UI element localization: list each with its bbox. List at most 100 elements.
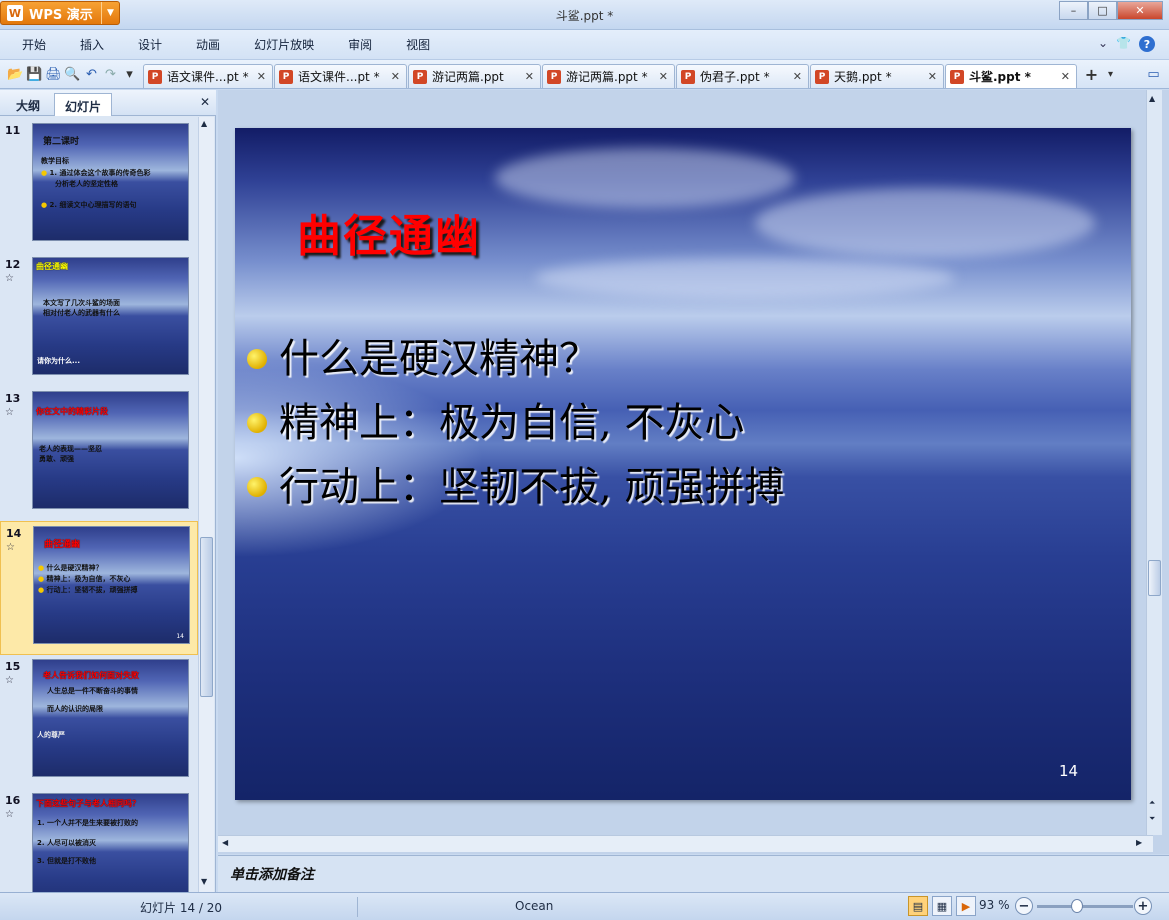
slide-thumbnail[interactable]: 13 ☆ 你在文中的精彩片段 老人的表现——坚忍 勇敢、顽强 — [0, 387, 198, 521]
slide-canvas[interactable]: 曲径通幽 什么是硬汉精神？ 精神上：极为自信, 不灰心 行动上：坚韧不拔, 顽强… — [235, 128, 1131, 800]
open-icon[interactable]: 📂 — [6, 64, 25, 84]
scroll-right-icon[interactable]: ▶ — [1136, 838, 1142, 847]
scrollbar-thumb[interactable] — [1148, 560, 1161, 596]
slide-thumbnail[interactable]: 16 ☆ 下面这些句子与老人相同吗？ 1. 一个人并不是生来要被打败的 2. 人… — [0, 789, 198, 892]
thumbnail-page-number: 14 — [176, 633, 184, 640]
tab-close-icon[interactable]: ✕ — [517, 70, 534, 83]
slide-sorter-icon[interactable]: ▦ — [932, 896, 952, 916]
thumbnail-line: 3. 但就是打不败他 — [37, 857, 96, 865]
zoom-slider[interactable] — [1037, 905, 1133, 908]
animation-star-icon: ☆ — [5, 407, 14, 418]
zoom-level[interactable]: 93 % — [979, 898, 1010, 912]
doc-tab[interactable]: P 游记两篇.ppt ✕ — [408, 64, 541, 88]
editor-horizontal-scrollbar[interactable]: ◀ ▶ — [218, 835, 1153, 852]
close-button[interactable]: ✕ — [1117, 1, 1163, 20]
maximize-button[interactable]: □ — [1088, 1, 1117, 20]
menu-design[interactable]: 设计 — [126, 36, 184, 53]
panel-close-icon[interactable]: ✕ — [200, 95, 210, 109]
bullet-dot-icon — [247, 477, 267, 497]
print-preview-icon[interactable]: 🔍 — [63, 64, 82, 84]
theme-name: Ocean — [515, 899, 554, 913]
normal-view-icon[interactable]: ▤ — [908, 896, 928, 916]
thumbnail-image: 曲径通幽 什么是硬汉精神？ 精神上：极为自信，不灰心 行动上：坚韧不拔，顽强拼搏… — [33, 526, 190, 644]
menu-home[interactable]: 开始 — [10, 36, 68, 53]
tab-list-chevron-icon[interactable]: ▾ — [1101, 64, 1120, 84]
view-buttons: ▤ ▦ ▶ — [908, 896, 976, 916]
next-slide-icon[interactable]: ⏷ — [1149, 814, 1155, 824]
zoom-in-button[interactable]: + — [1134, 897, 1152, 915]
menu-insert[interactable]: 插入 — [68, 36, 126, 53]
tab-close-icon[interactable]: ✕ — [1053, 70, 1070, 83]
slide-thumbnail[interactable]: 12 ☆ 曲径通幽 本文写了几次斗鲨的场面 相对付老人的武器有什么 请你为什么.… — [0, 253, 198, 387]
slide-thumbnail[interactable]: 15 ☆ 老人告诉我们如何面对失败 人生总是一件不断奋斗的事情 而人的认识的局限… — [0, 655, 198, 789]
doc-tab[interactable]: P 语文课件...pt * ✕ — [274, 64, 407, 88]
ppt-file-icon: P — [547, 69, 561, 84]
scroll-left-icon[interactable]: ◀ — [222, 838, 228, 847]
slide-thumbnail[interactable]: 11 第二课时 教学目标 1. 通过体会这个故事的传奇色彩 分析老人的坚定性格 … — [0, 119, 198, 253]
thumbnail-line: 分析老人的坚定性格 — [55, 180, 118, 188]
doc-tab-label: 天鹅.ppt * — [834, 70, 892, 84]
slide-title[interactable]: 曲径通幽 — [297, 200, 481, 264]
thumbnail-scrollbar[interactable]: ▲ ▼ — [198, 117, 214, 892]
previous-slide-icon[interactable]: ⏶ — [1149, 798, 1155, 808]
minimize-button[interactable]: – — [1059, 1, 1088, 20]
scroll-down-icon[interactable]: ▼ — [201, 877, 207, 886]
slide-bullet[interactable]: 行动上：坚韧不拔, 顽强拼搏 — [247, 454, 784, 512]
scroll-up-icon[interactable]: ▲ — [1149, 94, 1155, 103]
thumbnail-title: 你在文中的精彩片段 — [36, 407, 108, 416]
window-title: 斗鲨.ppt * — [555, 9, 614, 23]
notes-placeholder: 单击添加备注 — [230, 867, 314, 883]
help-icon[interactable]: ? — [1139, 36, 1155, 52]
thumbnail-image: 老人告诉我们如何面对失败 人生总是一件不断奋斗的事情 而人的认识的局限 人的尊严 — [32, 659, 189, 777]
menu-slideshow[interactable]: 幻灯片放映 — [242, 36, 336, 53]
tab-close-icon[interactable]: ✕ — [920, 70, 937, 83]
animation-star-icon: ☆ — [5, 809, 14, 820]
menu-review[interactable]: 审阅 — [336, 36, 394, 53]
slide-bullet[interactable]: 精神上：极为自信, 不灰心 — [247, 390, 744, 448]
window-layout-icon[interactable]: ▭ — [1144, 64, 1163, 84]
tab-close-icon[interactable]: ✕ — [249, 70, 266, 83]
undo-icon[interactable]: ↶ — [82, 64, 101, 84]
tab-slides[interactable]: 幻灯片 — [54, 93, 113, 116]
tab-outline[interactable]: 大纲 — [6, 93, 50, 116]
doc-tab-label: 语文课件...pt * — [298, 70, 380, 84]
ppt-file-icon: P — [681, 69, 695, 84]
zoom-slider-thumb[interactable] — [1071, 899, 1083, 913]
save-icon[interactable]: 💾 — [25, 64, 44, 84]
editor-vertical-scrollbar[interactable]: ▲ ⏶ ⏷ — [1146, 90, 1162, 835]
thumbnail-line: 人生总是一件不断奋斗的事情 — [47, 687, 138, 695]
doc-tab[interactable]: P 语文课件...pt * ✕ — [143, 64, 273, 88]
tab-close-icon[interactable]: ✕ — [785, 70, 802, 83]
skin-icon[interactable]: 👕 — [1116, 36, 1131, 52]
slide-number: 11 — [5, 124, 21, 137]
tab-close-icon[interactable]: ✕ — [383, 70, 400, 83]
notes-pane[interactable]: 单击添加备注 — [218, 855, 1169, 892]
doc-tab-label: 游记两篇.ppt — [432, 70, 504, 84]
menu-animation[interactable]: 动画 — [184, 36, 242, 53]
thumbnail-line: 精神上：极为自信，不灰心 — [38, 574, 131, 584]
slideshow-icon[interactable]: ▶ — [956, 896, 976, 916]
print-icon[interactable]: 🖨 — [44, 64, 63, 84]
slide-thumbnail-selected[interactable]: 14 ☆ 曲径通幽 什么是硬汉精神？ 精神上：极为自信，不灰心 行动上：坚韧不拔… — [0, 521, 198, 655]
thumbnail-title: 老人告诉我们如何面对失败 — [43, 671, 139, 680]
new-tab-button[interactable]: + — [1082, 64, 1101, 84]
scrollbar-thumb[interactable] — [200, 537, 213, 697]
collapse-ribbon-icon[interactable]: ⌄ — [1098, 36, 1108, 52]
slide-number: 16 — [5, 794, 21, 807]
slide-bullet[interactable]: 什么是硬汉精神？ — [247, 326, 599, 384]
customize-toolbar-icon[interactable]: ▾ — [120, 64, 139, 84]
doc-tab[interactable]: P 天鹅.ppt * ✕ — [810, 64, 944, 88]
animation-star-icon: ☆ — [5, 675, 14, 686]
redo-icon[interactable]: ↷ — [101, 64, 120, 84]
scroll-up-icon[interactable]: ▲ — [201, 119, 207, 128]
tab-close-icon[interactable]: ✕ — [651, 70, 668, 83]
doc-tab[interactable]: P 伪君子.ppt * ✕ — [676, 64, 809, 88]
menu-bar: 开始 插入 设计 动画 幻灯片放映 审阅 视图 — [0, 30, 1169, 60]
doc-tab[interactable]: P 游记两篇.ppt * ✕ — [542, 64, 675, 88]
menu-view[interactable]: 视图 — [394, 36, 452, 53]
document-tab-bar: 📂 💾 🖨 🔍 ↶ ↷ ▾ P 语文课件...pt * ✕ P 语文课件...p… — [0, 60, 1169, 89]
zoom-out-button[interactable]: − — [1015, 897, 1033, 915]
doc-tab-active[interactable]: P 斗鲨.ppt * ✕ — [945, 64, 1077, 88]
cloud-decoration — [755, 188, 1095, 258]
doc-tab-label: 伪君子.ppt * — [700, 70, 770, 84]
